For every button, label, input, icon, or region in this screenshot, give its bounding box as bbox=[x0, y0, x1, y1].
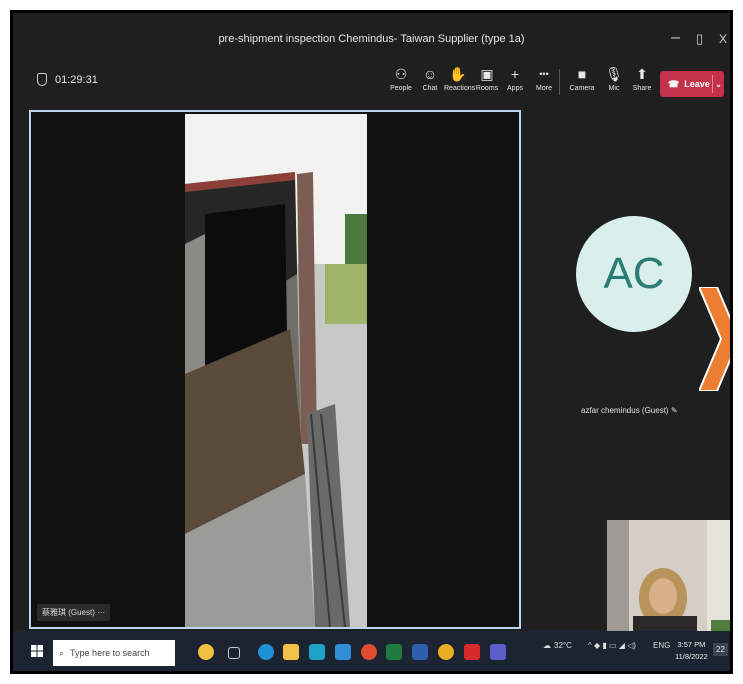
edge-icon[interactable] bbox=[258, 644, 274, 660]
people-button[interactable]: ⚇ People bbox=[387, 65, 415, 92]
more-icon: ••• bbox=[539, 69, 549, 79]
weather-temp: 32°C bbox=[554, 641, 572, 650]
notification-center-button[interactable]: 22 bbox=[713, 643, 728, 656]
firefox-icon[interactable] bbox=[361, 644, 377, 660]
window-title: pre-shipment inspection Chemindus- Taiwa… bbox=[218, 33, 525, 45]
apps-icon: + bbox=[510, 66, 520, 82]
word-icon[interactable] bbox=[412, 644, 428, 660]
container-video-image bbox=[185, 114, 367, 627]
mail-icon[interactable] bbox=[335, 644, 351, 660]
acrobat-icon[interactable] bbox=[464, 644, 480, 660]
avatar-initials: AC bbox=[603, 249, 665, 298]
apps-button[interactable]: + Apps bbox=[501, 65, 529, 92]
chrome-icon[interactable] bbox=[438, 644, 454, 660]
leave-label: Leave bbox=[684, 79, 710, 89]
share-icon: ⬆ bbox=[636, 66, 648, 82]
toolbar-divider bbox=[559, 69, 560, 95]
search-icon: ⌕ bbox=[59, 647, 65, 658]
share-button[interactable]: ⬆ Share bbox=[628, 65, 656, 92]
rooms-button[interactable]: ▣ Rooms bbox=[473, 65, 501, 92]
shared-video-feed bbox=[185, 114, 367, 627]
self-view-video bbox=[607, 520, 730, 632]
self-view-image bbox=[607, 520, 730, 632]
title-bar: pre-shipment inspection Chemindus- Taiwa… bbox=[13, 13, 730, 59]
windows-taskbar: ⌕ Type here to search ☁ 32°C ^ ◆ ▮ ▭ ◢ ◁… bbox=[13, 631, 730, 671]
mic-button[interactable]: 🎙 Mic bbox=[600, 65, 628, 92]
tray-icons[interactable]: ^ ◆ ▮ ▭ ◢ ◁) bbox=[588, 641, 636, 650]
leave-button[interactable]: ☎ Leave ⌄ bbox=[660, 71, 724, 97]
rooms-icon: ▣ bbox=[480, 66, 494, 82]
timer-text: 01:29:31 bbox=[55, 73, 98, 86]
cloud-icon: ☁ bbox=[543, 641, 551, 650]
people-icon: ⚇ bbox=[394, 66, 408, 82]
camera-icon: ■ bbox=[577, 66, 587, 82]
clock-date: 11/8/2022 bbox=[675, 652, 708, 661]
mic-icon: 🎙 bbox=[605, 66, 623, 82]
phone-hangup-icon: ☎ bbox=[668, 78, 680, 89]
store-icon[interactable] bbox=[309, 644, 325, 660]
taskbar-search-box[interactable]: ⌕ Type here to search bbox=[53, 640, 175, 666]
more-button[interactable]: ••• More bbox=[530, 65, 558, 92]
file-explorer-icon[interactable] bbox=[283, 644, 299, 660]
windows-start-icon[interactable] bbox=[31, 645, 43, 657]
chat-button[interactable]: ☺ Chat bbox=[416, 65, 444, 92]
notification-count: 22 bbox=[716, 645, 725, 654]
chevron-right-icon bbox=[699, 287, 730, 391]
participant-avatar: AC bbox=[576, 216, 692, 332]
cortana-icon[interactable] bbox=[198, 644, 214, 660]
taskbar-clock[interactable]: 3:57 PM 11/8/2022 bbox=[675, 639, 708, 663]
teams-meeting-window: pre-shipment inspection Chemindus- Taiwa… bbox=[10, 10, 733, 674]
meeting-toolbar: 01:29:31 ⚇ People ☺ Chat ✋ Reactions ▣ R… bbox=[13, 59, 730, 109]
maximize-button[interactable]: ▯ bbox=[696, 31, 703, 47]
participant-name: azfar chemindus (Guest) ✎ bbox=[581, 406, 678, 415]
reactions-button[interactable]: ✋ Reactions bbox=[444, 65, 475, 92]
reactions-icon: ✋ bbox=[449, 66, 467, 82]
main-video-stage: 蔡雅琪 (Guest) ··· bbox=[29, 110, 521, 629]
teams-icon[interactable] bbox=[490, 644, 506, 660]
camera-button[interactable]: ■ Camera bbox=[568, 65, 596, 92]
chat-icon: ☺ bbox=[422, 66, 438, 82]
chevron-down-icon[interactable]: ⌄ bbox=[713, 80, 724, 89]
shield-icon bbox=[37, 73, 47, 86]
minimize-button[interactable]: – bbox=[671, 29, 680, 47]
task-view-icon[interactable] bbox=[228, 647, 240, 659]
speaker-name-badge: 蔡雅琪 (Guest) ··· bbox=[37, 604, 111, 621]
input-language[interactable]: ENG bbox=[653, 641, 670, 650]
clock-time: 3:57 PM bbox=[677, 640, 706, 649]
close-button[interactable]: X bbox=[719, 32, 727, 46]
meeting-timer: 01:29:31 bbox=[37, 73, 98, 86]
excel-icon[interactable] bbox=[386, 644, 402, 660]
weather-widget[interactable]: ☁ 32°C bbox=[543, 641, 572, 650]
search-placeholder: Type here to search bbox=[70, 648, 150, 658]
